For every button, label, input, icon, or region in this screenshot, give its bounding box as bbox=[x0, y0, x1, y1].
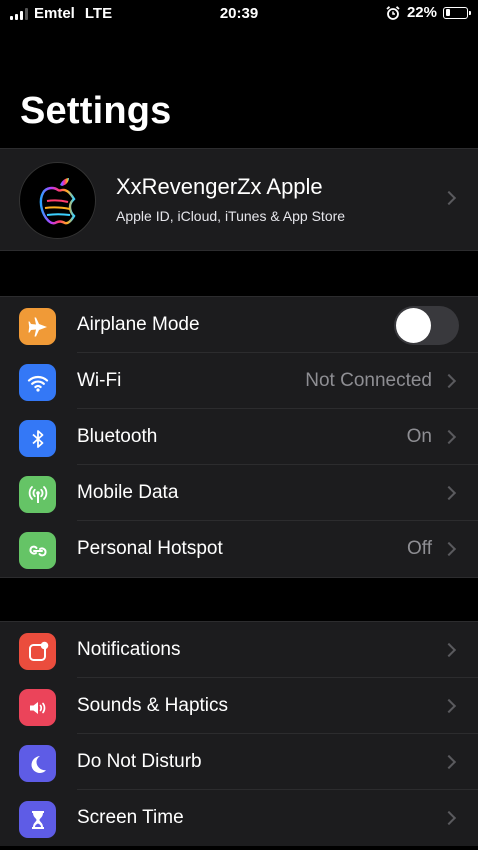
bluetooth-icon bbox=[19, 420, 56, 457]
antenna-icon bbox=[19, 476, 56, 513]
chevron-right-icon bbox=[441, 373, 457, 389]
connectivity-group: Airplane Mode Wi-Fi Not Connected Blueto… bbox=[0, 296, 478, 578]
page-title: Settings bbox=[20, 90, 172, 132]
settings-row-wifi[interactable]: Wi-Fi Not Connected bbox=[0, 353, 478, 409]
chevron-right-icon bbox=[441, 541, 457, 557]
row-label: Personal Hotspot bbox=[77, 538, 223, 559]
notifications-group: Notifications Sounds & Haptics Do Not Di… bbox=[0, 621, 478, 846]
row-value: Off bbox=[407, 538, 432, 559]
chevron-right-icon bbox=[441, 642, 457, 658]
settings-row-notifications[interactable]: Notifications bbox=[0, 622, 478, 678]
settings-row-airplane-mode[interactable]: Airplane Mode bbox=[0, 297, 478, 353]
row-label: Notifications bbox=[77, 639, 181, 660]
moon-icon bbox=[19, 745, 56, 782]
row-label: Airplane Mode bbox=[77, 314, 200, 335]
apple-logo-icon bbox=[39, 178, 76, 225]
battery-icon bbox=[443, 6, 471, 19]
row-label: Mobile Data bbox=[77, 482, 179, 503]
settings-row-screen-time[interactable]: Screen Time bbox=[0, 790, 478, 846]
alarm-icon bbox=[386, 5, 400, 20]
row-label: Screen Time bbox=[77, 807, 184, 828]
airplane-icon bbox=[19, 308, 56, 345]
wifi-icon bbox=[19, 364, 56, 401]
settings-row-do-not-disturb[interactable]: Do Not Disturb bbox=[0, 734, 478, 790]
notifications-icon bbox=[19, 633, 56, 670]
row-value: On bbox=[406, 426, 432, 447]
avatar bbox=[19, 162, 96, 239]
row-label: Bluetooth bbox=[77, 426, 158, 447]
battery-percent: 22% bbox=[406, 4, 437, 21]
battery-fill bbox=[445, 9, 450, 16]
speaker-icon bbox=[19, 689, 56, 726]
hourglass-icon bbox=[19, 801, 56, 838]
chevron-right-icon bbox=[441, 754, 457, 770]
row-label: Wi-Fi bbox=[77, 370, 122, 391]
settings-row-sounds-haptics[interactable]: Sounds & Haptics bbox=[0, 678, 478, 734]
status-right: 22% bbox=[385, 4, 471, 21]
settings-row-mobile-data[interactable]: Mobile Data bbox=[0, 465, 478, 521]
chevron-right-icon bbox=[441, 810, 457, 826]
row-value: Not Connected bbox=[305, 370, 432, 391]
apple-id-row[interactable]: XxRevengerZx Apple Apple ID, iCloud, iTu… bbox=[0, 148, 478, 251]
chevron-right-icon bbox=[441, 698, 457, 714]
airplane-mode-toggle[interactable] bbox=[394, 306, 459, 345]
row-label: Sounds & Haptics bbox=[77, 695, 229, 716]
profile-subtitle: Apple ID, iCloud, iTunes & App Store bbox=[116, 208, 346, 224]
hotspot-icon bbox=[19, 532, 56, 569]
toggle-knob bbox=[396, 308, 431, 343]
settings-row-personal-hotspot[interactable]: Personal Hotspot Off bbox=[0, 521, 478, 577]
profile-name: XxRevengerZx Apple bbox=[116, 174, 323, 199]
chevron-right-icon bbox=[441, 485, 457, 501]
settings-row-bluetooth[interactable]: Bluetooth On bbox=[0, 409, 478, 465]
chevron-right-icon bbox=[441, 429, 457, 445]
row-label: Do Not Disturb bbox=[77, 751, 202, 772]
chevron-right-icon bbox=[441, 190, 457, 206]
status-bar: Emtel LTE 20:39 22% bbox=[0, 0, 478, 28]
